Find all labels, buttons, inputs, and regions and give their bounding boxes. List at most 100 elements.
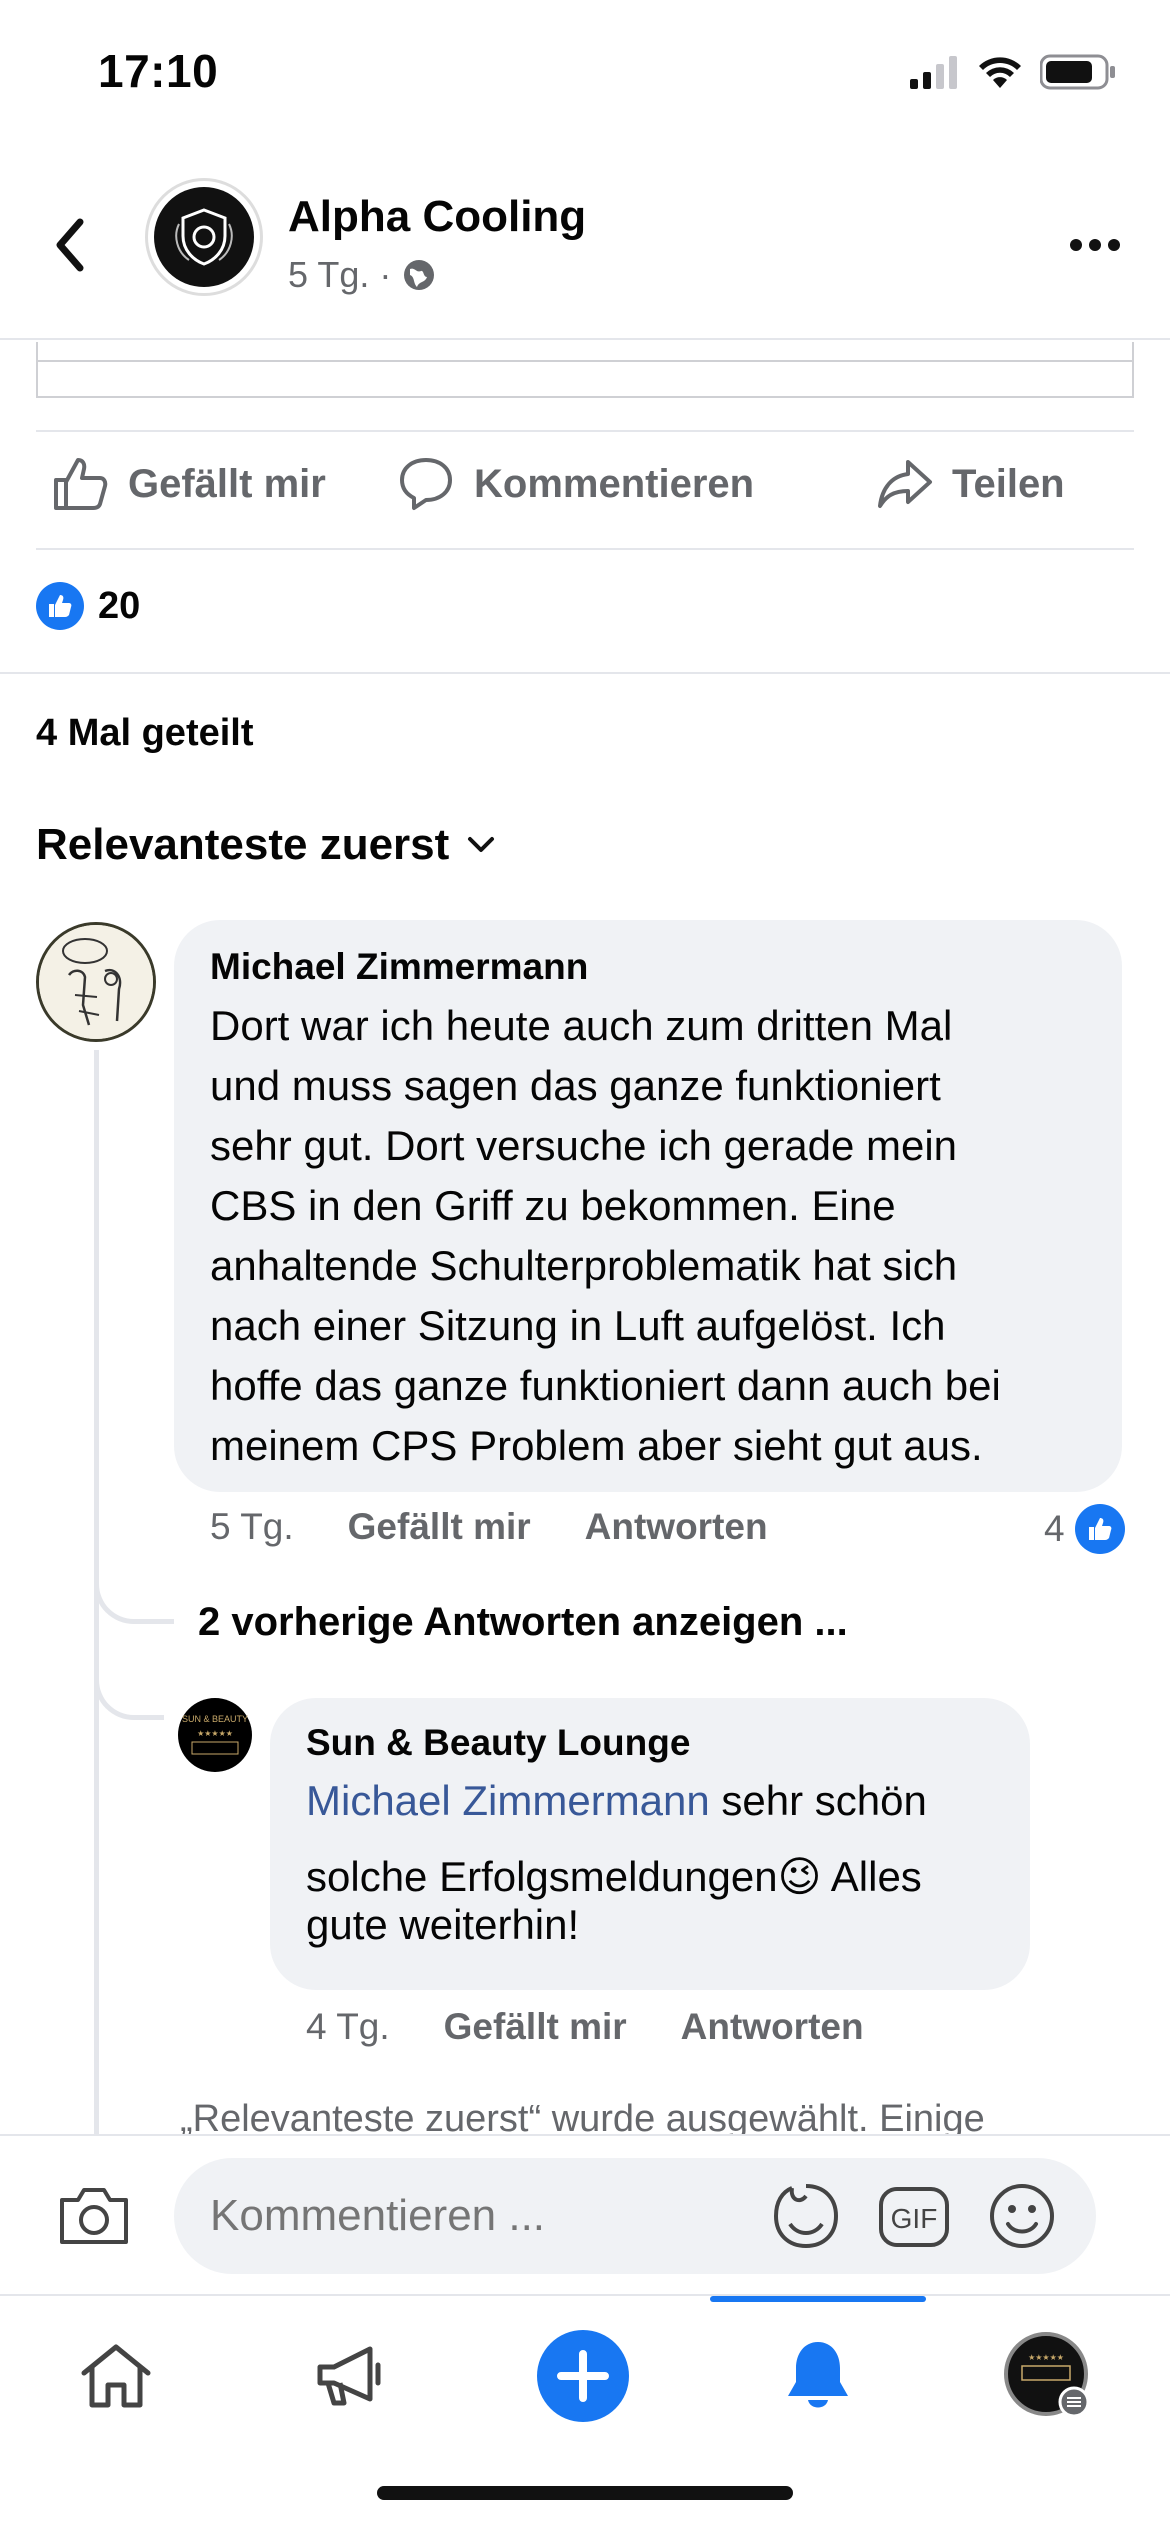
- like-button[interactable]: Gefällt mir: [50, 454, 326, 514]
- comment-author[interactable]: Michael Zimmermann: [210, 946, 588, 988]
- mention-link[interactable]: Michael Zimmermann: [306, 1777, 710, 1824]
- thread-branch: [94, 1530, 174, 1624]
- comment-line: anhaltende Schulterproblematik hat sich: [210, 1242, 958, 1289]
- back-button[interactable]: [40, 205, 100, 285]
- globe-icon: [404, 260, 435, 290]
- view-previous-replies-button[interactable]: 2 vorherige Antworten anzeigen ...: [198, 1600, 848, 1645]
- svg-text:★★★★★: ★★★★★: [197, 1729, 233, 1738]
- comment-meta: 5 Tg. Gefällt mir Antworten: [210, 1506, 768, 1548]
- page-avatar[interactable]: [145, 178, 263, 296]
- comment-line: hoffe das ganze funktioniert dann auch b…: [210, 1362, 1001, 1409]
- reply-avatar[interactable]: SUN & BEAUTY ★★★★★: [178, 1698, 252, 1772]
- like-label: Gefällt mir: [128, 461, 326, 506]
- comment-reply-button[interactable]: Antworten: [585, 1506, 768, 1548]
- tab-profile[interactable]: ★★★★★: [988, 2326, 1108, 2426]
- comment-line: nach einer Sitzung in Luft aufgelöst. Ic…: [210, 1302, 946, 1349]
- reply-meta: 4 Tg. Gefällt mir Antworten: [306, 2006, 864, 2048]
- meta-separator: ·: [379, 254, 392, 295]
- share-icon: [878, 460, 932, 508]
- shield-logo-icon: [175, 208, 233, 266]
- comment-icon: [400, 458, 452, 510]
- page-name[interactable]: Alpha Cooling: [288, 192, 586, 242]
- plus-icon: [537, 2330, 629, 2422]
- gif-label: GIF: [891, 2203, 938, 2234]
- like-reaction-icon: [1074, 1504, 1125, 1554]
- comment-line: und muss sagen das ganze funktioniert: [210, 1062, 941, 1109]
- comment-like-count[interactable]: 4: [1044, 1504, 1125, 1554]
- comment-bubble[interactable]: Michael Zimmermann Dort war ich heute au…: [174, 920, 1122, 1492]
- status-bar: 17:10: [0, 0, 1170, 150]
- like-reaction-icon: [36, 582, 84, 630]
- chevron-left-icon: [56, 218, 84, 272]
- sort-label: Relevanteste zuerst: [36, 820, 450, 869]
- reply-reply-button[interactable]: Antworten: [681, 2006, 864, 2048]
- share-button[interactable]: Teilen: [874, 454, 1065, 514]
- share-count[interactable]: 4 Mal geteilt: [36, 712, 254, 755]
- gif-icon: GIF: [879, 2187, 949, 2247]
- active-tab-indicator: [710, 2296, 926, 2302]
- post-media-frame[interactable]: [36, 342, 1134, 398]
- comment-button[interactable]: Kommentieren: [396, 454, 754, 514]
- tab-create[interactable]: [523, 2326, 643, 2426]
- reply-text-part: sehr schön: [709, 1777, 927, 1824]
- lounge-logo: SUN & BEAUTY ★★★★★: [182, 1714, 248, 1755]
- status-icons: [910, 54, 1116, 90]
- comment-age: 5 Tg.: [210, 1506, 294, 1547]
- comment-composer: GIF: [0, 2134, 1170, 2294]
- comment-line: meinem CPS Problem aber sieht gut aus.: [210, 1422, 983, 1469]
- comment-text: Dort war ich heute auch zum dritten Mal …: [210, 996, 1001, 1476]
- camera-button[interactable]: [56, 2184, 132, 2253]
- avatar-drawing: [39, 925, 153, 1039]
- comment-sort-selector[interactable]: Relevanteste zuerst: [36, 820, 495, 870]
- page-logo: [154, 187, 254, 287]
- comment-like-count-value: 4: [1044, 1508, 1065, 1549]
- reply-text-part: gute weiterhin!: [306, 1901, 580, 1948]
- reaction-count: 20: [98, 584, 141, 627]
- post-header: Alpha Cooling 5 Tg. ·: [0, 160, 1170, 340]
- post-action-row: Gefällt mir Kommentieren Teilen: [36, 430, 1134, 550]
- profile-avatar-icon: ★★★★★: [1004, 2332, 1090, 2418]
- sticker-icon: [773, 2184, 839, 2249]
- post-meta: 5 Tg. ·: [288, 254, 437, 296]
- battery-icon: [1040, 54, 1115, 90]
- avatar-text: SUN & BEAUTY: [182, 1714, 248, 1724]
- sticker-button[interactable]: [770, 2180, 842, 2257]
- emoji-button[interactable]: [986, 2180, 1058, 2257]
- reply-author[interactable]: Sun & Beauty Lounge: [306, 1722, 690, 1764]
- reply-text-part: Alles: [821, 1853, 922, 1900]
- bell-icon: [788, 2342, 848, 2408]
- gif-button[interactable]: GIF: [878, 2186, 950, 2253]
- comment-line: sehr gut. Dort versuche ich gerade mein: [210, 1122, 958, 1169]
- more-horizontal-icon: [1070, 239, 1120, 251]
- reply-bubble[interactable]: Sun & Beauty Lounge Michael Zimmermann s…: [270, 1698, 1030, 1990]
- reply-like-button[interactable]: Gefällt mir: [444, 2006, 627, 2048]
- tab-home[interactable]: [56, 2326, 176, 2426]
- megaphone-icon: [317, 2346, 381, 2406]
- tab-ads[interactable]: [290, 2326, 410, 2426]
- status-time: 17:10: [98, 45, 219, 97]
- commenter-avatar[interactable]: [36, 922, 156, 1042]
- comment-input[interactable]: [174, 2158, 1096, 2274]
- reply-text: Michael Zimmermann sehr schön solche Erf…: [306, 1774, 927, 1952]
- more-options-button[interactable]: [1060, 220, 1130, 270]
- wifi-icon: [979, 57, 1021, 88]
- comment-line: Dort war ich heute auch zum dritten Mal: [210, 1002, 953, 1049]
- camera-icon: [60, 2188, 128, 2244]
- chevron-down-icon: [468, 837, 495, 852]
- home-icon: [81, 2344, 151, 2408]
- share-label: Teilen: [952, 461, 1065, 506]
- wink-emoji: 😉: [777, 1853, 822, 1900]
- reply-age: 4 Tg.: [306, 2006, 390, 2047]
- thumbs-up-icon: [54, 458, 108, 510]
- tab-notifications[interactable]: [758, 2326, 878, 2426]
- comment-like-button[interactable]: Gefällt mir: [348, 1506, 531, 1548]
- post-age: 5 Tg.: [288, 254, 370, 295]
- comment-label: Kommentieren: [474, 461, 755, 506]
- comment-line: CBS in den Griff zu bekommen. Eine: [210, 1182, 896, 1229]
- reaction-summary[interactable]: 20: [36, 582, 140, 630]
- home-indicator[interactable]: [377, 2486, 793, 2500]
- thread-branch: [94, 1630, 164, 1720]
- emoji-icon: [990, 2184, 1054, 2248]
- section-divider: [0, 672, 1170, 674]
- signal-icon: [910, 56, 957, 89]
